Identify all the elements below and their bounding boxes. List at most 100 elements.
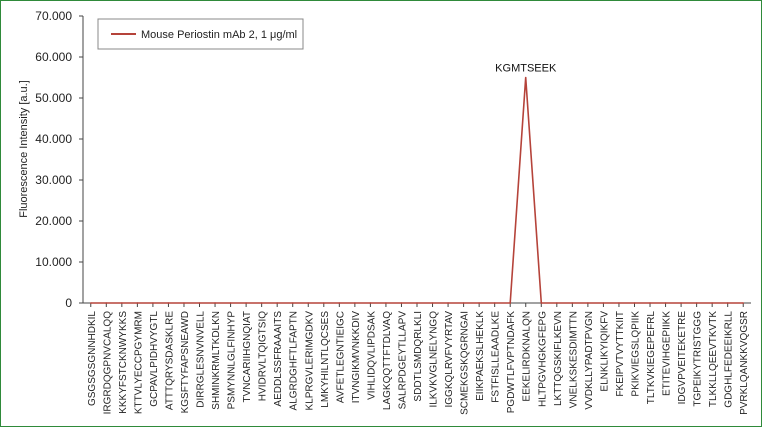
data-point bbox=[695, 302, 698, 304]
x-tick-label: ATTTQRYSDASKLRE bbox=[164, 311, 175, 410]
x-tick-label: SHMINKRMLTKDLKN bbox=[211, 311, 222, 410]
y-tick-label: 20.000 bbox=[35, 214, 72, 228]
y-tick-label: 60.000 bbox=[35, 50, 72, 64]
x-tick-label: ETITEVIHGEPIIKK bbox=[662, 311, 673, 396]
data-point bbox=[322, 302, 325, 304]
y-tick-label: 40.000 bbox=[35, 132, 72, 146]
y-tick-label: 0 bbox=[65, 296, 72, 310]
data-point bbox=[556, 302, 558, 304]
data-point bbox=[307, 302, 310, 304]
data-point bbox=[664, 302, 667, 304]
x-tick-label: GSGSGSGNNHDKIL bbox=[87, 311, 98, 406]
x-tick-label: TLKKLLQEEVTKVTK bbox=[708, 311, 719, 407]
chart-frame: 0 10.000 20.000 30.000 40.000 50.000 60.000 70.… bbox=[0, 0, 762, 427]
y-tick-label: 30.000 bbox=[35, 173, 72, 187]
x-tick-label: KTTVLYECCPGYMRM bbox=[133, 311, 144, 414]
x-tick-label: SALRPDGEYTLLAPV bbox=[397, 311, 408, 410]
x-tick-label: ALGRDGHFTLFAPTN bbox=[289, 311, 300, 410]
x-tick-label: ELNKLIKYIQIKFV bbox=[599, 311, 610, 392]
data-point bbox=[618, 302, 620, 304]
data-point bbox=[105, 302, 108, 304]
x-tick-label: VNELKSKESDIMTTN bbox=[568, 311, 579, 408]
data-point bbox=[571, 302, 574, 304]
data-point bbox=[136, 302, 139, 304]
data-point bbox=[633, 302, 636, 304]
x-tick-label: KGSFTYFAPSNEAWD bbox=[180, 311, 191, 413]
x-tick-label: IGGKQLRVFVYRTAV bbox=[444, 311, 455, 408]
x-tick-label: FSTFISLLEAADLKE bbox=[491, 311, 502, 403]
x-tick-label: SCMEKGSKQGRNGAI bbox=[460, 311, 471, 415]
x-tick-label: LMKYHILNTLQCSES bbox=[320, 311, 331, 408]
x-axis: GSGSGSGNNHDKIL IRGRDQGPNVCALQQ KKKYFSTCKNW… bbox=[83, 302, 751, 415]
data-point bbox=[183, 302, 185, 304]
data-point bbox=[291, 302, 294, 304]
x-tick-label: GCPAVLPIDHVYGTL bbox=[149, 311, 160, 407]
data-point bbox=[447, 302, 449, 304]
x-tick-label: DIRRGLESNVNVELL bbox=[196, 311, 207, 408]
x-tick-label: AEDDLSSFRAAAITS bbox=[273, 311, 284, 407]
x-tick-label: VIHLIDQVLIPDSAK bbox=[366, 311, 377, 400]
data-point bbox=[540, 302, 543, 304]
data-point bbox=[354, 302, 356, 304]
x-tick-label: TVNCARIIHGNQIAT bbox=[242, 311, 253, 402]
line-chart: 0 10.000 20.000 30.000 40.000 50.000 60.000 70.… bbox=[18, 9, 751, 415]
x-tick-label: LKTTQGSKIFLKEVN bbox=[553, 311, 564, 406]
x-tick-label: VVDKLLYPADTPVGN bbox=[584, 311, 595, 410]
y-tick-label: 50.000 bbox=[35, 91, 72, 105]
x-tick-label: TGPEIKYTRISTGGG bbox=[693, 311, 704, 407]
data-point bbox=[152, 302, 154, 304]
data-point bbox=[602, 302, 605, 304]
data-point bbox=[742, 302, 745, 304]
x-tick-label: KLPRGVLERIMGDKV bbox=[304, 311, 315, 411]
x-tick-label: ILKVKVGLNELYNGQ bbox=[429, 311, 440, 408]
data-point bbox=[229, 302, 232, 304]
x-tick-label: HLTPGVHGKGFEPG bbox=[537, 311, 548, 407]
x-tick-label: SDDTLSMDQRLKLI bbox=[413, 311, 424, 402]
data-point bbox=[416, 302, 418, 304]
data-point bbox=[587, 302, 589, 304]
x-tick-label: GDGHLFEDEEIKRLL bbox=[724, 311, 735, 408]
x-tick-label: ITVNGIKMVNKKDIV bbox=[351, 311, 362, 404]
data-point bbox=[431, 302, 434, 304]
x-tick-label: TLTKVKIEGEPEFRL bbox=[646, 311, 657, 405]
data-point bbox=[245, 302, 247, 304]
data-point bbox=[680, 302, 682, 304]
data-point bbox=[493, 302, 496, 304]
data-point bbox=[121, 302, 123, 304]
series-layer: KGMTSEEK bbox=[89, 63, 745, 304]
data-point bbox=[509, 302, 512, 304]
x-tick-label: KKKYFSTCKNWYKKS bbox=[118, 311, 129, 414]
peak-annotation: KGMTSEEK bbox=[495, 63, 557, 75]
x-tick-label: LAGKQQTTFTDLVAQ bbox=[382, 311, 393, 410]
data-point bbox=[478, 302, 480, 304]
data-point bbox=[462, 302, 465, 304]
data-point bbox=[400, 302, 403, 304]
data-point bbox=[369, 302, 372, 304]
data-point bbox=[89, 302, 92, 304]
x-tick-label: IDGVPVEITEKETRE bbox=[677, 311, 688, 405]
data-point bbox=[198, 302, 201, 304]
data-point bbox=[385, 302, 387, 304]
y-tick-label: 10.000 bbox=[35, 255, 72, 269]
data-point bbox=[649, 302, 651, 304]
x-tick-label: PSMYNNLGLFINHYP bbox=[227, 311, 238, 410]
y-axis-label: Fluorescence Intensity [a.u.] bbox=[18, 80, 30, 218]
x-tick-label: PKIKVIEGSLQPIIK bbox=[630, 311, 641, 397]
data-point bbox=[276, 302, 278, 304]
data-point bbox=[214, 302, 216, 304]
data-point bbox=[726, 302, 729, 304]
legend-label: Mouse Periostin mAb 2, 1 μg/ml bbox=[141, 29, 297, 41]
x-tick-label: EIIKPAEKSLHEKLK bbox=[475, 311, 486, 401]
data-point bbox=[524, 76, 527, 79]
x-tick-label: EEKELIRDKNALQN bbox=[522, 311, 533, 402]
data-point bbox=[167, 302, 170, 304]
data-point bbox=[338, 302, 341, 304]
x-tick-label: PVRKLQANKKVQGSR bbox=[739, 311, 750, 415]
x-tick-label: PGDWTLFVPTNDAFK bbox=[506, 311, 517, 414]
y-axis: 0 10.000 20.000 30.000 40.000 50.000 60.000 70.… bbox=[35, 9, 84, 310]
data-point bbox=[711, 302, 713, 304]
x-tick-label: FKEIPVTVYTTKIIT bbox=[615, 311, 626, 397]
x-tick-label: AVFETLEGNTIEIGC bbox=[335, 311, 346, 403]
x-tick-label: IRGRDQGPNVCALQQ bbox=[102, 311, 113, 415]
legend: Mouse Periostin mAb 2, 1 μg/ml bbox=[97, 18, 304, 50]
